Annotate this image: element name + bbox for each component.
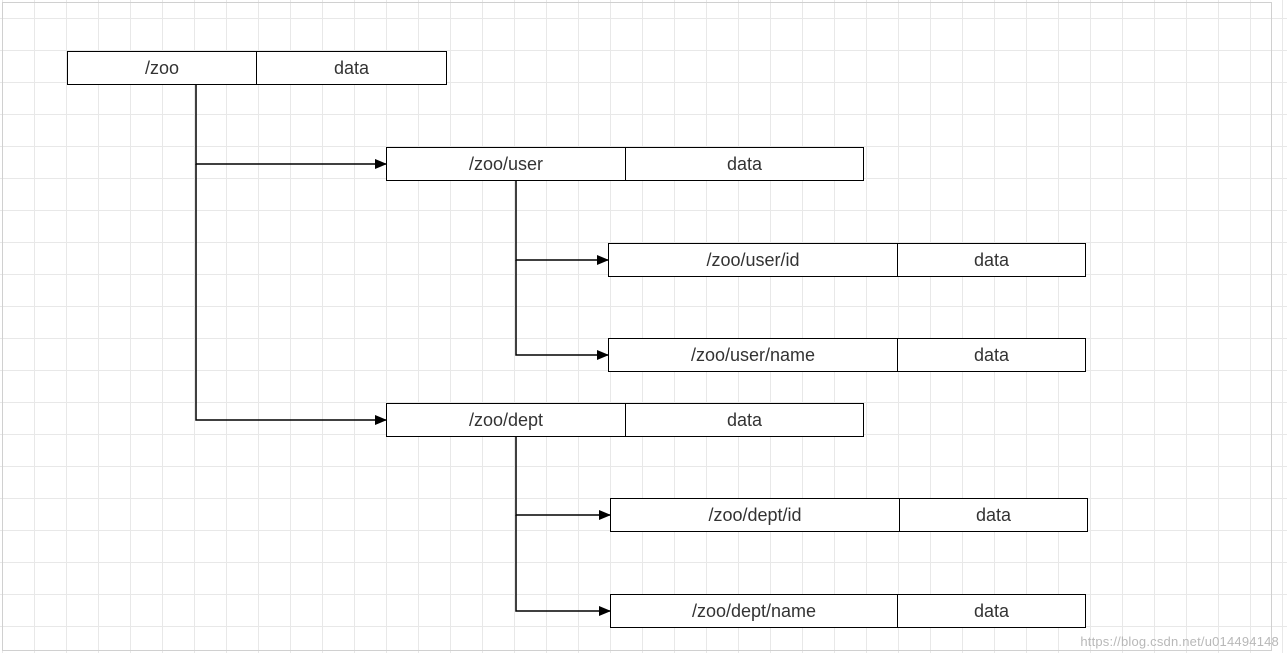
node-zoo-user-value: data — [626, 147, 864, 181]
node-zoo-user-path: /zoo/user — [386, 147, 626, 181]
watermark-text: https://blog.csdn.net/u014494148 — [1080, 634, 1279, 649]
node-zoo-dept-id: /zoo/dept/id data — [610, 498, 1088, 532]
node-zoo-dept-name-value: data — [898, 594, 1086, 628]
node-zoo-user-id-value: data — [898, 243, 1086, 277]
node-zoo-dept-name-path: /zoo/dept/name — [610, 594, 898, 628]
node-zoo-user: /zoo/user data — [386, 147, 864, 181]
node-zoo-dept-id-path: /zoo/dept/id — [610, 498, 900, 532]
node-zoo-user-id-path: /zoo/user/id — [608, 243, 898, 277]
node-zoo-dept-path: /zoo/dept — [386, 403, 626, 437]
node-zoo-user-name-path: /zoo/user/name — [608, 338, 898, 372]
node-zoo-user-name-value: data — [898, 338, 1086, 372]
node-zoo-value: data — [257, 51, 447, 85]
canvas-frame — [2, 2, 1272, 651]
node-zoo-path: /zoo — [67, 51, 257, 85]
node-zoo-dept-id-value: data — [900, 498, 1088, 532]
node-zoo-dept-name: /zoo/dept/name data — [610, 594, 1086, 628]
node-zoo-user-name: /zoo/user/name data — [608, 338, 1086, 372]
node-zoo-user-id: /zoo/user/id data — [608, 243, 1086, 277]
node-zoo-dept-value: data — [626, 403, 864, 437]
node-zoo-dept: /zoo/dept data — [386, 403, 864, 437]
node-zoo: /zoo data — [67, 51, 447, 85]
